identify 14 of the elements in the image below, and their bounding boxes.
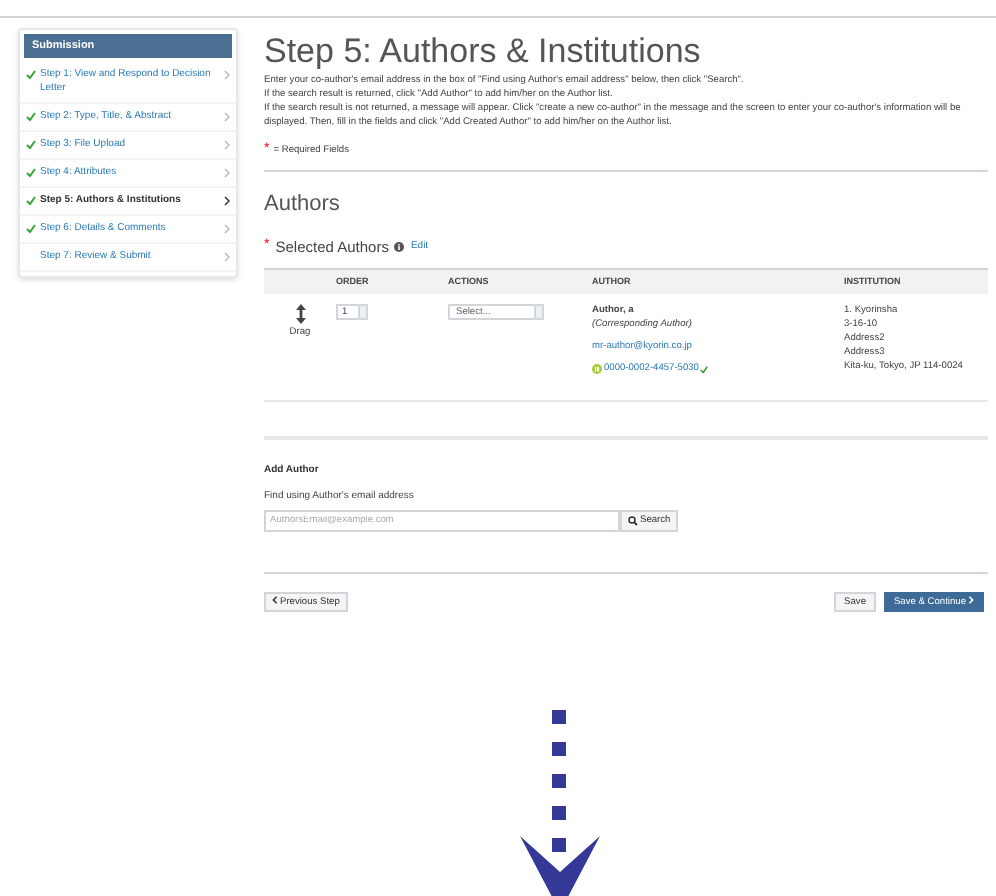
chevron-icon <box>224 168 230 179</box>
chevron-icon <box>224 112 230 123</box>
help-icon[interactable] <box>394 242 405 253</box>
chevron-right-icon <box>968 596 974 605</box>
search-icon <box>628 516 638 527</box>
chevron-icon <box>224 196 230 207</box>
chevron-icon <box>224 252 230 263</box>
page-title: Step 5: Authors & Institutions <box>264 32 703 72</box>
chevron-icon <box>224 70 230 81</box>
chevron-icon <box>224 224 230 235</box>
chevron-icon <box>224 140 230 151</box>
chevron-left-icon <box>272 596 278 605</box>
section-heading: Authors <box>264 189 342 219</box>
drag-handle-icon[interactable] <box>295 304 305 325</box>
